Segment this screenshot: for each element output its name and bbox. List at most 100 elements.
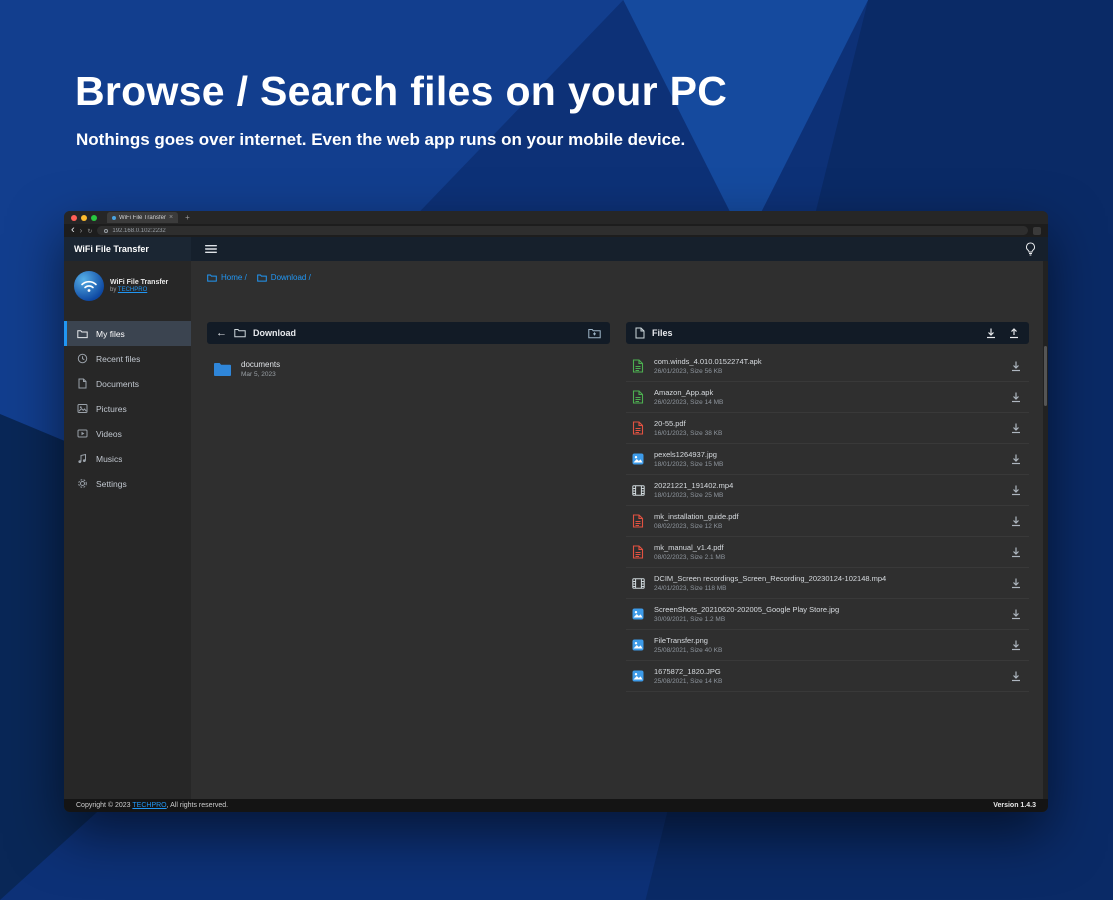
file-name: ScreenShots_20210620-202005_Google Play … (654, 604, 840, 614)
download-button[interactable] (1008, 668, 1024, 684)
file-name: mk_installation_guide.pdf (654, 511, 739, 521)
download-icon (1012, 423, 1020, 434)
browser-menu-icon[interactable] (1033, 226, 1041, 235)
file-name: com.winds_4.010.0152274T.apk (654, 356, 762, 366)
download-icon (1012, 671, 1020, 682)
footer-brand-link[interactable]: TECHPRO (132, 802, 166, 809)
file-row[interactable]: 20221221_191402.mp4 18/01/2023, Size 25 … (626, 475, 1029, 506)
sidebar-item[interactable]: Pictures (64, 396, 191, 421)
file-texts: com.winds_4.010.0152274T.apk 26/01/2023,… (654, 356, 999, 376)
image-file-icon (632, 608, 644, 620)
close-window-button[interactable] (71, 214, 77, 221)
file-row[interactable]: FileTransfer.png 25/08/2021, Size 40 KB (626, 630, 1029, 661)
file-meta: 08/02/2023, Size 12 KB (654, 523, 723, 531)
folder-meta: Mar 5, 2023 (241, 371, 276, 379)
back-icon[interactable] (216, 328, 227, 339)
brand-byline-prefix: by (110, 286, 118, 293)
sidebar-item-icon (77, 328, 88, 339)
sidebar-item[interactable]: My files (64, 321, 191, 346)
video-file-icon (631, 577, 645, 589)
image-file-icon (632, 639, 644, 651)
file-row[interactable]: Amazon_App.apk 26/02/2023, Size 14 MB (626, 382, 1029, 413)
address-bar[interactable]: 192.168.0.102:2232 (97, 226, 1028, 235)
sidebar-item-label: Videos (96, 428, 122, 439)
sidebar-item-label: Musics (96, 453, 123, 464)
download-button[interactable] (1008, 482, 1024, 498)
file-row[interactable]: DCIM_Screen recordings_Screen_Recording_… (626, 568, 1029, 599)
music-icon (78, 453, 86, 463)
download-all-icon[interactable] (985, 327, 997, 339)
tab-close-icon[interactable] (169, 214, 173, 221)
file-row[interactable]: 1675872_1820.JPG 25/08/2021, Size 14 KB (626, 661, 1029, 692)
download-button[interactable] (1008, 358, 1024, 374)
download-button[interactable] (1008, 389, 1024, 405)
copyright-suffix: , All rights reserved. (166, 802, 229, 809)
new-folder-icon[interactable] (588, 328, 601, 339)
file-texts: mk_installation_guide.pdf 08/02/2023, Si… (654, 511, 999, 531)
maximize-window-button[interactable] (91, 214, 97, 221)
breadcrumb-label: Home / (221, 273, 247, 282)
file-type-icon (631, 389, 645, 405)
sidebar-item[interactable]: Documents (64, 371, 191, 396)
sidebar-item-label: Recent files (96, 353, 141, 364)
browser-forward-icon[interactable] (80, 227, 83, 235)
file-name: DCIM_Screen recordings_Screen_Recording_… (654, 573, 887, 583)
browser-tab[interactable]: WiFi File Transfer (107, 212, 179, 223)
browser-tab-strip: WiFi File Transfer (64, 211, 1048, 224)
file-row[interactable]: mk_manual_v1.4.pdf 08/02/2023, Size 2.1 … (626, 537, 1029, 568)
file-row[interactable]: 20-55.pdf 16/01/2023, Size 38 KB (626, 413, 1029, 444)
sidebar-item[interactable]: Recent files (64, 346, 191, 371)
download-button[interactable] (1008, 606, 1024, 622)
file-type-icon (631, 668, 645, 684)
browser-back-icon[interactable] (71, 225, 75, 236)
file-texts: ScreenShots_20210620-202005_Google Play … (654, 604, 999, 624)
download-button[interactable] (1008, 513, 1024, 529)
theme-toggle-icon[interactable] (1025, 242, 1036, 256)
file-type-icon (631, 420, 645, 436)
browser-toolbar: 192.168.0.102:2232 (64, 224, 1048, 237)
scrollbar[interactable] (1043, 261, 1048, 799)
file-texts: pexels1264937.jpg 18/01/2023, Size 15 MB (654, 449, 999, 469)
browser-reload-icon[interactable] (87, 227, 92, 235)
breadcrumb-item[interactable]: Home / (207, 273, 247, 282)
url-text: 192.168.0.102:2232 (112, 227, 166, 234)
upload-icon[interactable] (1008, 327, 1020, 339)
file-row[interactable]: ScreenShots_20210620-202005_Google Play … (626, 599, 1029, 630)
file-type-icon (631, 482, 645, 498)
download-icon (1012, 454, 1020, 465)
file-meta: 18/01/2023, Size 15 MB (654, 461, 724, 469)
brand-link[interactable]: TECHPRO (118, 287, 147, 293)
file-name: 20-55.pdf (654, 418, 686, 428)
scrollbar-thumb[interactable] (1044, 346, 1047, 406)
folder-icon (77, 329, 88, 338)
file-meta: 18/01/2023, Size 25 MB (654, 492, 724, 500)
download-button[interactable] (1008, 544, 1024, 560)
minimize-window-button[interactable] (81, 214, 87, 221)
sidebar-item[interactable]: Musics (64, 446, 191, 471)
file-row[interactable]: mk_installation_guide.pdf 08/02/2023, Si… (626, 506, 1029, 537)
download-button[interactable] (1008, 575, 1024, 591)
file-row[interactable]: com.winds_4.010.0152274T.apk 26/01/2023,… (626, 351, 1029, 382)
folder-item[interactable]: documents Mar 5, 2023 (207, 351, 357, 387)
file-name: FileTransfer.png (654, 635, 708, 645)
file-icon (635, 327, 645, 339)
file-texts: DCIM_Screen recordings_Screen_Recording_… (654, 573, 999, 593)
menu-icon[interactable] (205, 244, 217, 254)
sidebar-item-icon (77, 478, 88, 489)
download-button[interactable] (1008, 420, 1024, 436)
page: Browse / Search files on your PC Nothing… (0, 0, 1113, 900)
sidebar-item[interactable]: Settings (64, 471, 191, 496)
download-button[interactable] (1008, 451, 1024, 467)
file-type-icon (631, 544, 645, 560)
new-tab-button[interactable] (185, 214, 190, 222)
sidebar-item[interactable]: Videos (64, 421, 191, 446)
brand-text: WiFi File Transfer by TECHPRO (110, 278, 168, 295)
file-texts: 20-55.pdf 16/01/2023, Size 38 KB (654, 418, 999, 438)
files-panel: Files com.winds_4.010.0152274T.apk 26/01… (626, 322, 1029, 799)
download-button[interactable] (1008, 637, 1024, 653)
file-texts: FileTransfer.png 25/08/2021, Size 40 KB (654, 635, 999, 655)
image-file-icon (632, 453, 644, 465)
app-header: WiFi File Transfer (64, 237, 1048, 261)
file-row[interactable]: pexels1264937.jpg 18/01/2023, Size 15 MB (626, 444, 1029, 475)
breadcrumb-item[interactable]: Download / (256, 273, 311, 282)
